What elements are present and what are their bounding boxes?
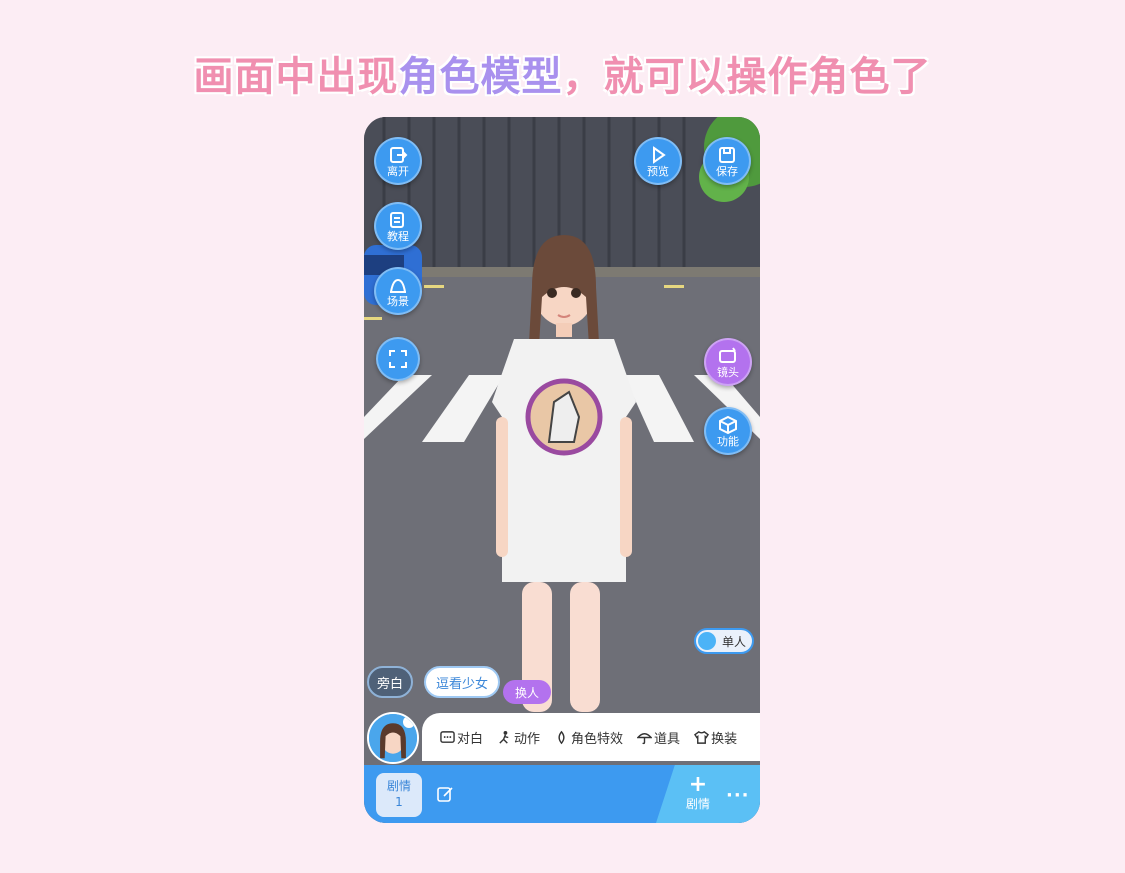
function-button[interactable]: 功能 (704, 407, 752, 455)
add-plot-button[interactable]: + 剧情 (682, 772, 714, 812)
tool-action-label: 动作 (514, 731, 541, 747)
action-icon (499, 730, 509, 744)
tutorial-button[interactable]: 教程 (374, 202, 422, 250)
tool-dialogue[interactable]: 对白 (440, 728, 483, 747)
leave-button[interactable]: 离开 (374, 137, 422, 185)
bottom-bar: 剧情 1 + 剧情 ··· (364, 765, 760, 823)
episode-label: 剧情 (386, 779, 411, 793)
camera-label: 镜头 (717, 365, 739, 379)
scene-label: 场景 (387, 294, 409, 308)
more-icon[interactable]: ··· (726, 785, 750, 806)
episode-tab[interactable]: 剧情 1 (376, 773, 422, 817)
toggle-knob (698, 632, 716, 650)
tool-dialogue-label: 对白 (457, 731, 484, 747)
dialogue-icon (440, 730, 455, 743)
tutorial-label: 教程 (387, 229, 409, 243)
narration-pill[interactable]: 旁白 (367, 666, 413, 698)
tool-action[interactable]: 动作 (497, 728, 540, 747)
fullscreen-button[interactable] (376, 337, 420, 381)
plus-icon: + (688, 772, 708, 797)
function-label: 功能 (717, 434, 739, 448)
swap-character-button[interactable]: 换人 (503, 680, 551, 704)
episode-number: 1 (395, 795, 403, 809)
scene-icon (390, 278, 406, 293)
preview-button[interactable]: 预览 (634, 137, 682, 185)
tutorial-icon (390, 211, 404, 228)
single-person-toggle[interactable]: 单人 (694, 628, 754, 654)
scene-button[interactable]: 场景 (374, 267, 422, 315)
caption-part2: 角色模型 (398, 54, 563, 100)
action-toolbar: 对白 动作 角色特效 道具 换装 (422, 713, 760, 761)
toggle-label: 单人 (722, 635, 747, 649)
caption-part1: 画面中出现 (193, 54, 399, 100)
fullscreen-icon (389, 350, 407, 368)
shirt-icon (694, 730, 710, 744)
camera-icon (719, 346, 736, 363)
save-button[interactable]: 保存 (703, 137, 751, 185)
edit-icon[interactable] (436, 785, 454, 803)
tool-prop-label: 道具 (654, 731, 681, 747)
exit-icon (390, 146, 408, 163)
play-icon (653, 145, 666, 164)
tool-effect-label: 角色特效 (571, 731, 624, 747)
tool-prop[interactable]: 道具 (637, 728, 680, 747)
save-icon (719, 146, 735, 163)
tool-outfit-label: 换装 (711, 731, 738, 747)
add-plot-label: 剧情 (685, 797, 710, 811)
effect-icon (558, 730, 565, 744)
save-label: 保存 (716, 164, 738, 178)
tool-outfit[interactable]: 换装 (694, 728, 737, 747)
phone-screen: 离开 教程 场景 预览 保存 镜头 功能 单人 旁白 逗看少女 换人 对白 动作… (364, 117, 760, 823)
camera-button[interactable]: 镜头 (704, 338, 752, 386)
leave-label: 离开 (387, 164, 409, 178)
caption: 画面中出现角色模型，就可以操作角色了 (0, 44, 1125, 102)
character-pill[interactable]: 逗看少女 (424, 666, 500, 698)
cube-icon (719, 415, 737, 434)
preview-label: 预览 (647, 164, 669, 178)
caption-part3: ，就可以操作角色了 (562, 54, 932, 100)
avatar-edit-badge (403, 716, 415, 728)
umbrella-icon (637, 732, 653, 744)
tool-effect[interactable]: 角色特效 (554, 728, 623, 747)
character-avatar[interactable] (367, 712, 419, 764)
